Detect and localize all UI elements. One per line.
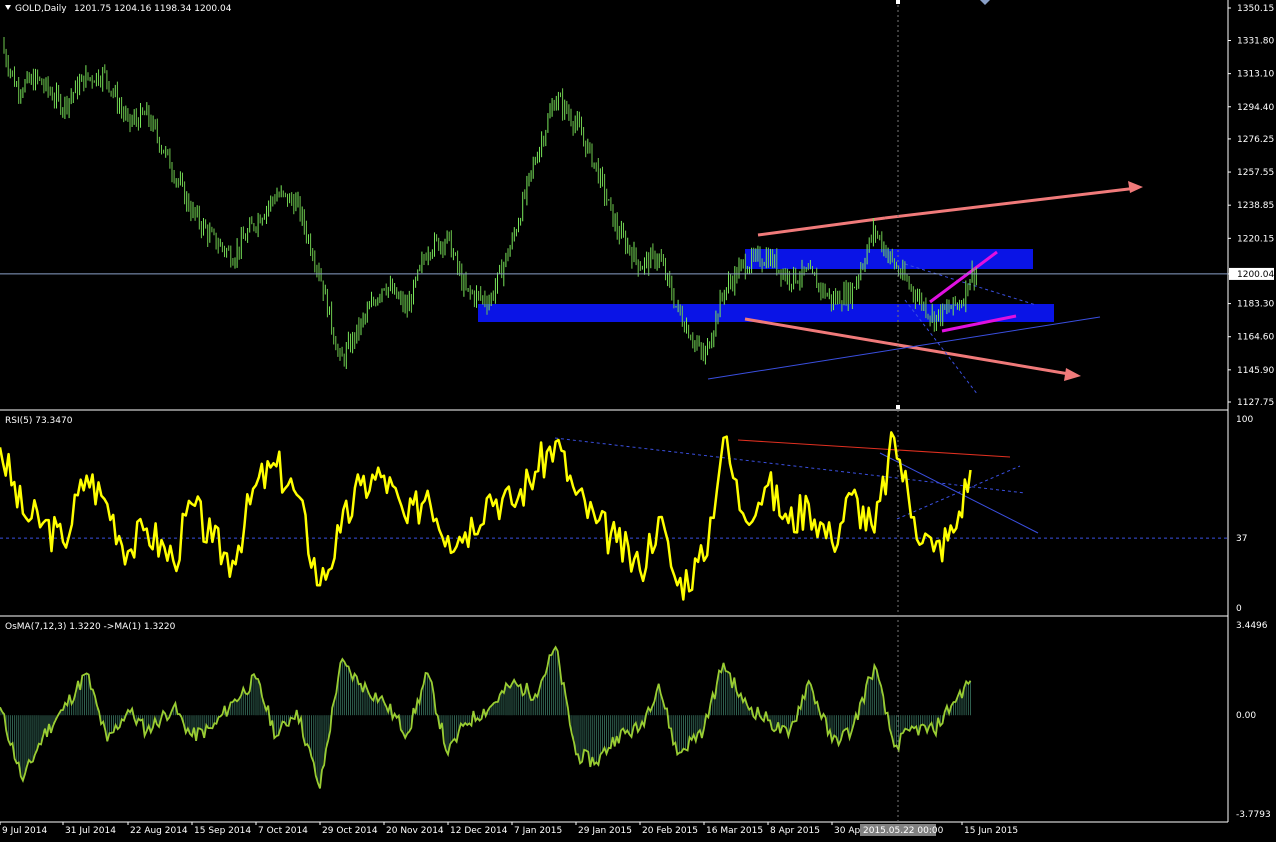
time-axis-label: 22 Aug 2014 [130, 826, 188, 836]
price-axis-label: 1183.30 [1237, 300, 1274, 310]
time-axis-label: 7 Jan 2015 [514, 826, 562, 836]
time-axis-label: 8 Apr 2015 [770, 826, 820, 836]
chart-ohlc-values: 1201.75 1204.16 1198.34 1200.04 [74, 4, 232, 14]
osma-signal-line [0, 645, 972, 789]
price-axis-label: 1164.60 [1237, 333, 1274, 343]
rsi-dashed-line-1[interactable] [554, 437, 1026, 494]
price-axis-label: 1350.15 [1237, 4, 1274, 14]
chart-menu-caret-icon[interactable] [5, 5, 11, 10]
time-axis-label: 20 Feb 2015 [642, 826, 698, 836]
osma-title: OsMA(7,12,3) 1.3220 ->MA(1) 1.3220 [5, 622, 176, 632]
price-axis-label: 1220.15 [1237, 234, 1274, 244]
price-axis-label: 1127.75 [1237, 398, 1274, 408]
chart-labels: 1350.15 1331.80 1313.10 1294.40 1276.25 1257.… [2, 0, 1274, 836]
price-axis-label: 1145.90 [1237, 366, 1274, 376]
chart-symbol-title: GOLD,Daily [15, 4, 67, 14]
upper-trend-arrow[interactable] [884, 186, 1138, 220]
price-axis-label: 1257.55 [1237, 168, 1274, 178]
support-zone[interactable] [478, 304, 1054, 322]
rsi-axis-label: 100 [1236, 415, 1253, 425]
crosshair-panel-marker [896, 405, 900, 409]
time-axis-label: 15 Jun 2015 [964, 826, 1018, 836]
time-axis-label: 16 Mar 2015 [706, 826, 763, 836]
price-axis-label: 1238.85 [1237, 201, 1274, 211]
crosshair-date-label: 2015.05.22 00:00 [863, 826, 944, 836]
drawing-objects[interactable] [478, 181, 1143, 534]
time-axis-label: 29 Oct 2014 [322, 826, 378, 836]
osma-axis-label: 0.00 [1236, 711, 1256, 721]
osma-axis-label: 3.4496 [1236, 621, 1268, 631]
rsi-red-line[interactable] [737, 439, 1011, 458]
price-axis-label: 1313.10 [1237, 70, 1274, 80]
time-axis-label: 12 Dec 2014 [450, 826, 508, 836]
time-axis-label: 9 Jul 2014 [2, 826, 47, 836]
current-price-label: 1200.04 [1237, 270, 1274, 280]
rsi-line [0, 431, 972, 601]
rsi-axis-label: 0 [1236, 604, 1242, 614]
time-axis-label: 20 Nov 2014 [386, 826, 444, 836]
rsi-series [0, 431, 1228, 601]
upper-trend-arrowhead [1128, 181, 1143, 193]
time-axis-label: 15 Sep 2014 [194, 826, 251, 836]
rsi-blue-line[interactable] [879, 452, 1039, 534]
osma-axis-label: -3.7793 [1236, 810, 1271, 820]
crosshair-top-marker [896, 0, 900, 4]
rsi-axis-label: 37 [1236, 534, 1247, 544]
upper-channel-line[interactable] [757, 216, 886, 237]
time-axis-label: 29 Jan 2015 [578, 826, 632, 836]
time-axis-label: 31 Jul 2014 [65, 826, 116, 836]
osma-series [0, 645, 972, 789]
scroll-marker-icon[interactable] [980, 0, 990, 5]
lower-trend-arrowhead [1064, 368, 1081, 381]
rsi-title: RSI(5) 73.3470 [5, 416, 73, 426]
chart-window[interactable]: 1350.15 1331.80 1313.10 1294.40 1276.25 1257.… [0, 0, 1276, 842]
time-axis-label: 7 Oct 2014 [258, 826, 308, 836]
price-axis-label: 1294.40 [1237, 103, 1274, 113]
price-axis-label: 1331.80 [1237, 37, 1274, 47]
chart-frame [0, 0, 1231, 825]
price-axis-label: 1276.25 [1237, 135, 1274, 145]
